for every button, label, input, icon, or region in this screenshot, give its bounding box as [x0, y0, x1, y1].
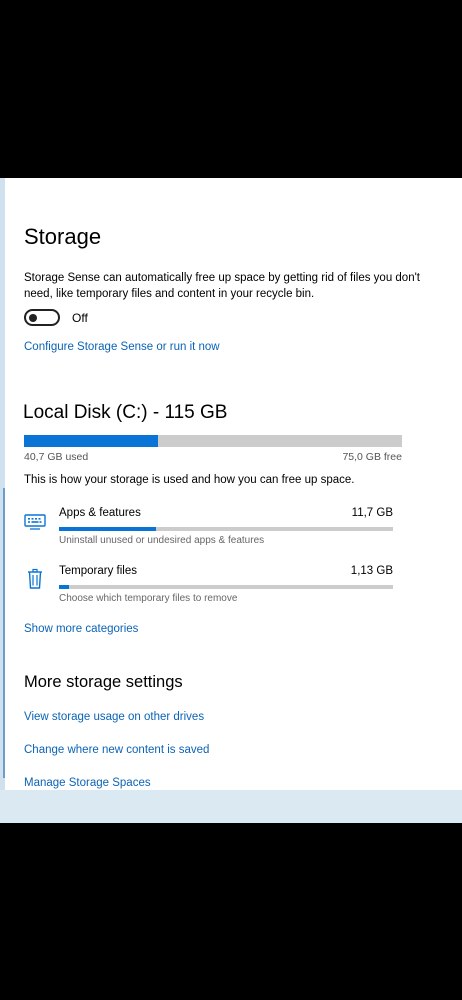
disk-free-label: 75,0 GB free [342, 451, 402, 463]
scroll-indicator [3, 488, 5, 778]
category-desc-temp: Choose which temporary files to remove [59, 593, 238, 604]
more-settings-title: More storage settings [24, 673, 183, 691]
category-fill-temp [59, 585, 70, 589]
page-title: Storage [24, 224, 102, 249]
configure-storage-sense-link[interactable]: Configure Storage Sense or run it now [24, 341, 220, 353]
storage-sense-description: Storage Sense can automatically free up … [24, 272, 420, 300]
category-size-apps: 11,7 GB [351, 507, 393, 519]
change-save-location-link[interactable]: Change where new content is saved [24, 744, 209, 756]
show-more-categories-link[interactable]: Show more categories [24, 623, 138, 635]
disk-usage-bar [24, 435, 402, 447]
trash-icon [24, 568, 46, 590]
keyboard-icon [24, 511, 46, 533]
category-name-temp[interactable]: Temporary files [59, 565, 137, 577]
view-other-drives-link[interactable]: View storage usage on other drives [24, 711, 204, 723]
storage-sense-toggle[interactable] [24, 309, 60, 326]
category-bar-temp[interactable] [59, 585, 393, 589]
toggle-knob [29, 313, 37, 322]
storage-info-text: This is how your storage is used and how… [24, 474, 355, 486]
category-bar-apps[interactable] [59, 527, 393, 531]
category-size-temp: 1,13 GB [350, 565, 393, 577]
manage-storage-spaces-link[interactable]: Manage Storage Spaces [24, 777, 151, 789]
category-fill-apps [59, 527, 156, 531]
settings-window: Storage Storage Sense can automatically … [0, 178, 462, 823]
toggle-state-label: Off [72, 311, 88, 325]
bottom-overlay-strip [0, 790, 462, 823]
category-desc-apps: Uninstall unused or undesired apps & fea… [59, 535, 265, 546]
disk-title: Local Disk (C:) - 115 GB [23, 402, 228, 423]
disk-used-label: 40,7 GB used [24, 451, 89, 463]
category-name-apps[interactable]: Apps & features [59, 507, 141, 519]
disk-usage-fill [24, 435, 158, 447]
